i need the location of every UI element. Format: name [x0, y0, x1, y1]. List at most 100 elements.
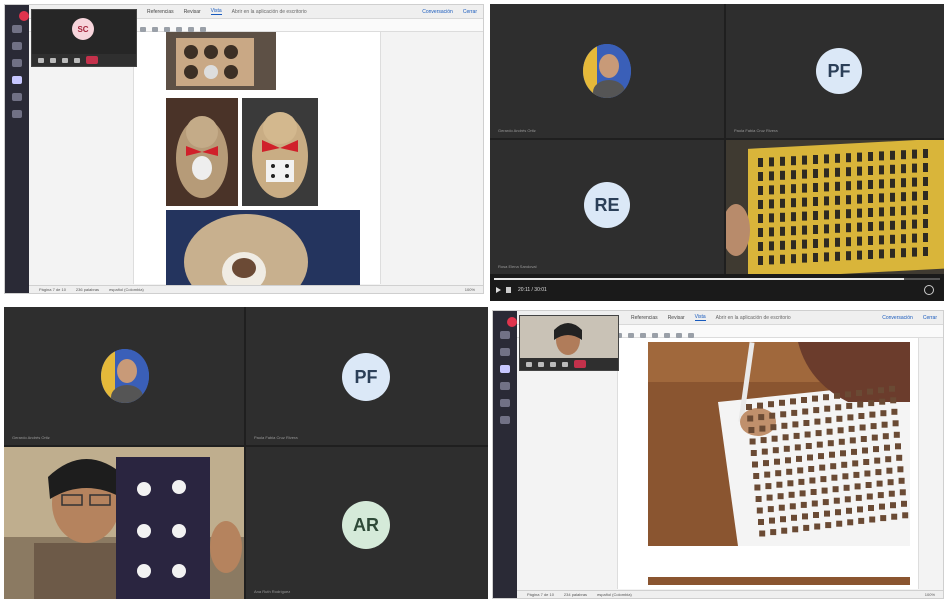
- files-icon[interactable]: [12, 110, 22, 118]
- progress-track[interactable]: [494, 278, 940, 280]
- tab-view[interactable]: Vista: [210, 8, 222, 15]
- more-icon[interactable]: [74, 57, 80, 63]
- conversation-button[interactable]: Conversación: [422, 9, 453, 15]
- braille-cell: [901, 234, 906, 244]
- braille-cell: [890, 192, 895, 202]
- braille-cell: [881, 421, 888, 428]
- tab-review[interactable]: Revisar: [184, 9, 201, 15]
- tab-references[interactable]: Referencias: [631, 315, 658, 321]
- braille-cell: [890, 178, 895, 188]
- camera-icon[interactable]: [526, 361, 532, 367]
- tab-references[interactable]: Referencias: [147, 9, 174, 15]
- calendar-icon[interactable]: [12, 76, 22, 84]
- braille-cell: [763, 460, 769, 467]
- participant-name: Paola Fabia Cruz Rivera: [734, 128, 778, 133]
- chat-icon[interactable]: [12, 42, 22, 50]
- braille-cell: [800, 501, 807, 508]
- word-statusbar: Página 7 de 10 234 palabras español (Col…: [517, 590, 943, 598]
- braille-cell: [868, 194, 873, 203]
- mini-call-window[interactable]: [519, 315, 619, 371]
- braille-cell: [802, 169, 807, 179]
- search-hint[interactable]: Abrir en la aplicación de escritorio: [716, 315, 791, 321]
- braille-cell: [799, 490, 806, 497]
- braille-cell: [771, 435, 778, 442]
- braille-cell: [857, 222, 862, 232]
- braille-cell: [780, 254, 785, 264]
- braille-cell: [876, 480, 883, 487]
- more-icon[interactable]: [562, 361, 568, 367]
- braille-cell: [780, 198, 785, 208]
- braille-cell: [868, 180, 873, 189]
- braille-cell: [835, 167, 840, 177]
- mic-icon[interactable]: [50, 57, 56, 63]
- braille-cell: [759, 425, 766, 432]
- participant-avatar: AR: [342, 501, 390, 549]
- tab-review[interactable]: Revisar: [668, 315, 685, 321]
- photo-teddy-closeup: [166, 210, 360, 293]
- braille-cell: [791, 514, 797, 521]
- braille-cell: [835, 181, 840, 191]
- zoom-level[interactable]: 100%: [925, 592, 943, 597]
- calls-icon[interactable]: [500, 399, 510, 407]
- panel-word-braille: Referencias Revisar Vista Abrir en la ap…: [492, 310, 944, 599]
- files-icon[interactable]: [500, 416, 510, 424]
- braille-cell: [895, 443, 901, 450]
- braille-cell: [879, 151, 884, 161]
- word-statusbar: Página 7 de 10 236 palabras español (Col…: [29, 285, 483, 293]
- participant-tile: AR Ana Ruth Rodríguez: [246, 447, 488, 599]
- braille-cell: [758, 519, 764, 525]
- close-button[interactable]: Cerrar: [923, 315, 943, 321]
- braille-cell: [893, 431, 900, 438]
- braille-cell: [835, 509, 841, 516]
- braille-cell: [844, 496, 851, 503]
- activity-icon[interactable]: [12, 25, 22, 33]
- braille-cell: [851, 448, 857, 455]
- braille-cell: [813, 197, 818, 206]
- tab-view[interactable]: Vista: [694, 314, 706, 321]
- search-hint[interactable]: Abrir en la aplicación de escritorio: [232, 9, 307, 15]
- language[interactable]: español (Colombia): [597, 592, 632, 597]
- hangup-icon[interactable]: [574, 360, 586, 368]
- document-page: [617, 338, 919, 589]
- zoom-level[interactable]: 100%: [465, 287, 483, 292]
- volume-icon[interactable]: [506, 287, 511, 293]
- braille-cell: [846, 209, 851, 219]
- braille-cell: [864, 470, 871, 477]
- mic-icon[interactable]: [538, 361, 544, 367]
- braille-cell: [923, 149, 928, 158]
- activity-icon[interactable]: [500, 331, 510, 339]
- play-icon[interactable]: [496, 287, 501, 293]
- braille-cell: [857, 236, 862, 246]
- braille-cell: [792, 421, 799, 428]
- braille-cell: [835, 209, 840, 219]
- braille-cell: [758, 228, 763, 237]
- teams-icon[interactable]: [12, 59, 22, 67]
- hangup-icon[interactable]: [86, 56, 98, 64]
- teams-icon[interactable]: [500, 365, 510, 373]
- braille-cell: [836, 415, 843, 422]
- braille-cell: [889, 385, 895, 392]
- camera-icon[interactable]: [38, 57, 44, 63]
- braille-cell: [846, 223, 851, 233]
- calendar-icon[interactable]: [500, 382, 510, 390]
- conversation-button[interactable]: Conversación: [882, 315, 913, 321]
- participant-avatar: SC: [72, 18, 94, 40]
- braille-cell: [832, 486, 839, 493]
- panel-word-photos: Referencias Revisar Vista Abrir en la ap…: [4, 4, 484, 294]
- braille-cell: [756, 507, 763, 514]
- share-icon[interactable]: [550, 361, 556, 367]
- language[interactable]: español (Colombia): [109, 287, 144, 292]
- braille-cell: [887, 479, 894, 486]
- calls-icon[interactable]: [12, 93, 22, 101]
- braille-cell: [837, 427, 844, 434]
- share-icon[interactable]: [62, 57, 68, 63]
- braille-cell: [842, 473, 849, 480]
- braille-cell: [901, 206, 906, 216]
- fullscreen-icon[interactable]: [924, 285, 934, 295]
- mini-call-window[interactable]: SC: [31, 9, 137, 67]
- chat-icon[interactable]: [500, 348, 510, 356]
- braille-cell: [802, 183, 807, 193]
- braille-cell: [858, 413, 865, 419]
- braille-cell: [803, 420, 810, 426]
- close-button[interactable]: Cerrar: [463, 9, 483, 15]
